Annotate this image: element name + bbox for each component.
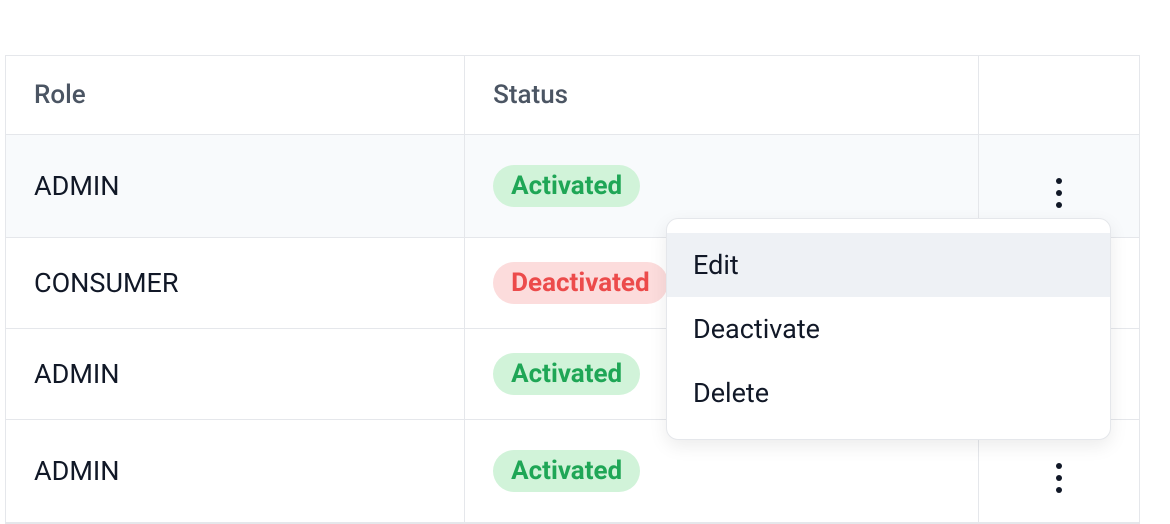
dropdown-item-edit[interactable]: Edit xyxy=(667,233,1110,297)
role-cell: ADMIN xyxy=(6,420,465,523)
status-badge: Activated xyxy=(493,165,640,207)
dropdown-item-deactivate[interactable]: Deactivate xyxy=(667,297,1110,361)
role-cell: ADMIN xyxy=(6,329,465,420)
kebab-menu-icon[interactable] xyxy=(1039,173,1079,213)
role-cell: ADMIN xyxy=(6,135,465,238)
kebab-menu-icon[interactable] xyxy=(1039,458,1079,498)
role-cell: CONSUMER xyxy=(6,238,465,329)
status-badge: Deactivated xyxy=(493,262,667,304)
row-actions-dropdown: EditDeactivateDelete xyxy=(666,218,1111,440)
dropdown-item-delete[interactable]: Delete xyxy=(667,361,1110,425)
status-badge: Activated xyxy=(493,353,640,395)
header-actions xyxy=(979,56,1139,135)
header-role: Role xyxy=(6,56,465,135)
status-badge: Activated xyxy=(493,450,640,492)
header-status: Status xyxy=(465,56,979,135)
